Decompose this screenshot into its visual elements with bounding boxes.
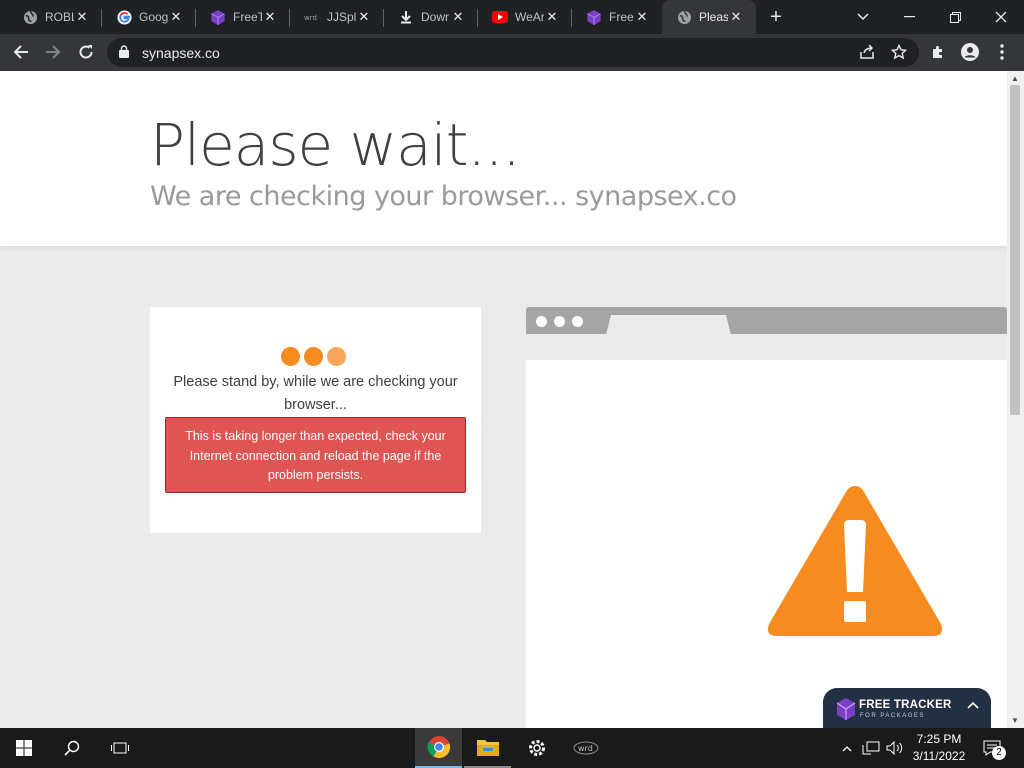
back-button[interactable] (7, 38, 35, 66)
wrd-app-icon[interactable]: wrd (562, 728, 609, 768)
browser-tab[interactable]: FreeT ✕ (572, 0, 662, 34)
browser-tab[interactable]: FreeT ✕ (196, 0, 290, 34)
google-icon (116, 9, 132, 25)
standby-message: Please stand by, while we are checking y… (173, 374, 458, 413)
page-subtitle: We are checking your browser... synapsex… (150, 181, 737, 212)
close-tab-icon[interactable]: ✕ (634, 9, 650, 25)
globe-icon (676, 9, 692, 25)
scrollbar-thumb[interactable] (1010, 85, 1020, 415)
profile-avatar-icon[interactable] (956, 38, 984, 66)
browser-tab[interactable]: ROBL ✕ (8, 0, 102, 34)
page-title: Please wait... (150, 111, 521, 179)
browser-tab[interactable]: Goog ✕ (102, 0, 196, 34)
page-scrollbar[interactable]: ▲ ▼ (1007, 71, 1024, 728)
volume-icon[interactable] (884, 728, 906, 768)
task-view-icon[interactable] (96, 728, 143, 768)
package-icon (586, 9, 602, 25)
extensions-puzzle-icon[interactable] (924, 38, 952, 66)
notification-count-badge: 2 (992, 746, 1006, 760)
close-tab-icon[interactable]: ✕ (168, 9, 184, 25)
close-tab-icon[interactable]: ✕ (728, 9, 744, 25)
loading-dots-icon (281, 347, 346, 366)
browser-tab-active[interactable]: Pleas ✕ (662, 0, 756, 34)
share-icon[interactable] (859, 44, 875, 65)
network-icon[interactable] (860, 728, 882, 768)
download-icon (398, 9, 414, 25)
minimize-icon[interactable] (886, 0, 932, 34)
page-viewport: Please wait... We are checking your brow… (0, 71, 1024, 728)
start-button[interactable] (0, 728, 47, 768)
close-tab-icon[interactable]: ✕ (356, 9, 372, 25)
tab-strip: ROBL ✕ Goog ✕ FreeT ✕ wrd JJSplo ✕ Dowr … (0, 0, 1024, 34)
svg-text:wrd: wrd (304, 14, 317, 22)
system-clock[interactable]: 7:25 PM 3/11/2022 (905, 731, 973, 765)
scroll-down-icon[interactable]: ▼ (1011, 716, 1019, 725)
restore-icon[interactable] (932, 0, 978, 34)
address-bar[interactable]: synapsex.co (107, 38, 919, 67)
file-explorer-icon[interactable] (464, 728, 511, 768)
youtube-icon (492, 9, 508, 25)
bookmark-star-icon[interactable] (890, 43, 908, 65)
url-text[interactable]: synapsex.co (142, 45, 220, 61)
close-window-icon[interactable] (978, 0, 1024, 34)
browser-toolbar: synapsex.co (0, 34, 1024, 71)
svg-text:wrd: wrd (578, 744, 593, 753)
browser-tab[interactable]: WeAr ✕ (478, 0, 572, 34)
warning-triangle-icon (768, 486, 942, 636)
error-alert: This is taking longer than expected, che… (165, 417, 466, 493)
chrome-menu-icon[interactable] (988, 38, 1016, 66)
new-tab-button[interactable]: + (763, 5, 789, 29)
package-icon (210, 9, 226, 25)
package-icon (836, 698, 856, 720)
close-tab-icon[interactable]: ✕ (262, 9, 278, 25)
close-tab-icon[interactable]: ✕ (74, 9, 90, 25)
globe-icon (22, 9, 38, 25)
page-header: Please wait... We are checking your brow… (0, 71, 1007, 246)
jjsploit-icon: wrd (304, 9, 320, 25)
clock-date: 3/11/2022 (912, 749, 966, 763)
scroll-up-icon[interactable]: ▲ (1011, 74, 1019, 83)
clock-time: 7:25 PM (916, 732, 962, 746)
windows-logo-icon (15, 740, 32, 756)
browser-tab[interactable]: wrd JJSplo ✕ (290, 0, 384, 34)
browser-tab[interactable]: Dowr ✕ (384, 0, 478, 34)
chevron-up-icon[interactable] (838, 728, 856, 768)
windows-taskbar: wrd 7:25 PM 3/11/2022 2 (0, 728, 1024, 768)
chevron-up-icon[interactable] (967, 701, 979, 709)
forward-button[interactable] (39, 38, 67, 66)
widget-subtitle: FOR PACKAGES (860, 713, 925, 719)
close-tab-icon[interactable]: ✕ (544, 9, 560, 25)
chrome-icon[interactable] (415, 728, 462, 768)
search-icon[interactable] (48, 728, 95, 768)
settings-icon[interactable] (513, 728, 560, 768)
close-tab-icon[interactable]: ✕ (450, 9, 466, 25)
tab-search-icon[interactable] (840, 0, 886, 34)
browser-mockup-illustration (526, 307, 1007, 728)
lock-icon[interactable] (119, 45, 129, 63)
widget-title: FREE TRACKER (859, 699, 952, 711)
free-tracker-widget[interactable]: FREE TRACKER FOR PACKAGES (823, 688, 991, 728)
status-card: Please stand by, while we are checking y… (150, 307, 481, 533)
reload-button[interactable] (72, 38, 100, 66)
